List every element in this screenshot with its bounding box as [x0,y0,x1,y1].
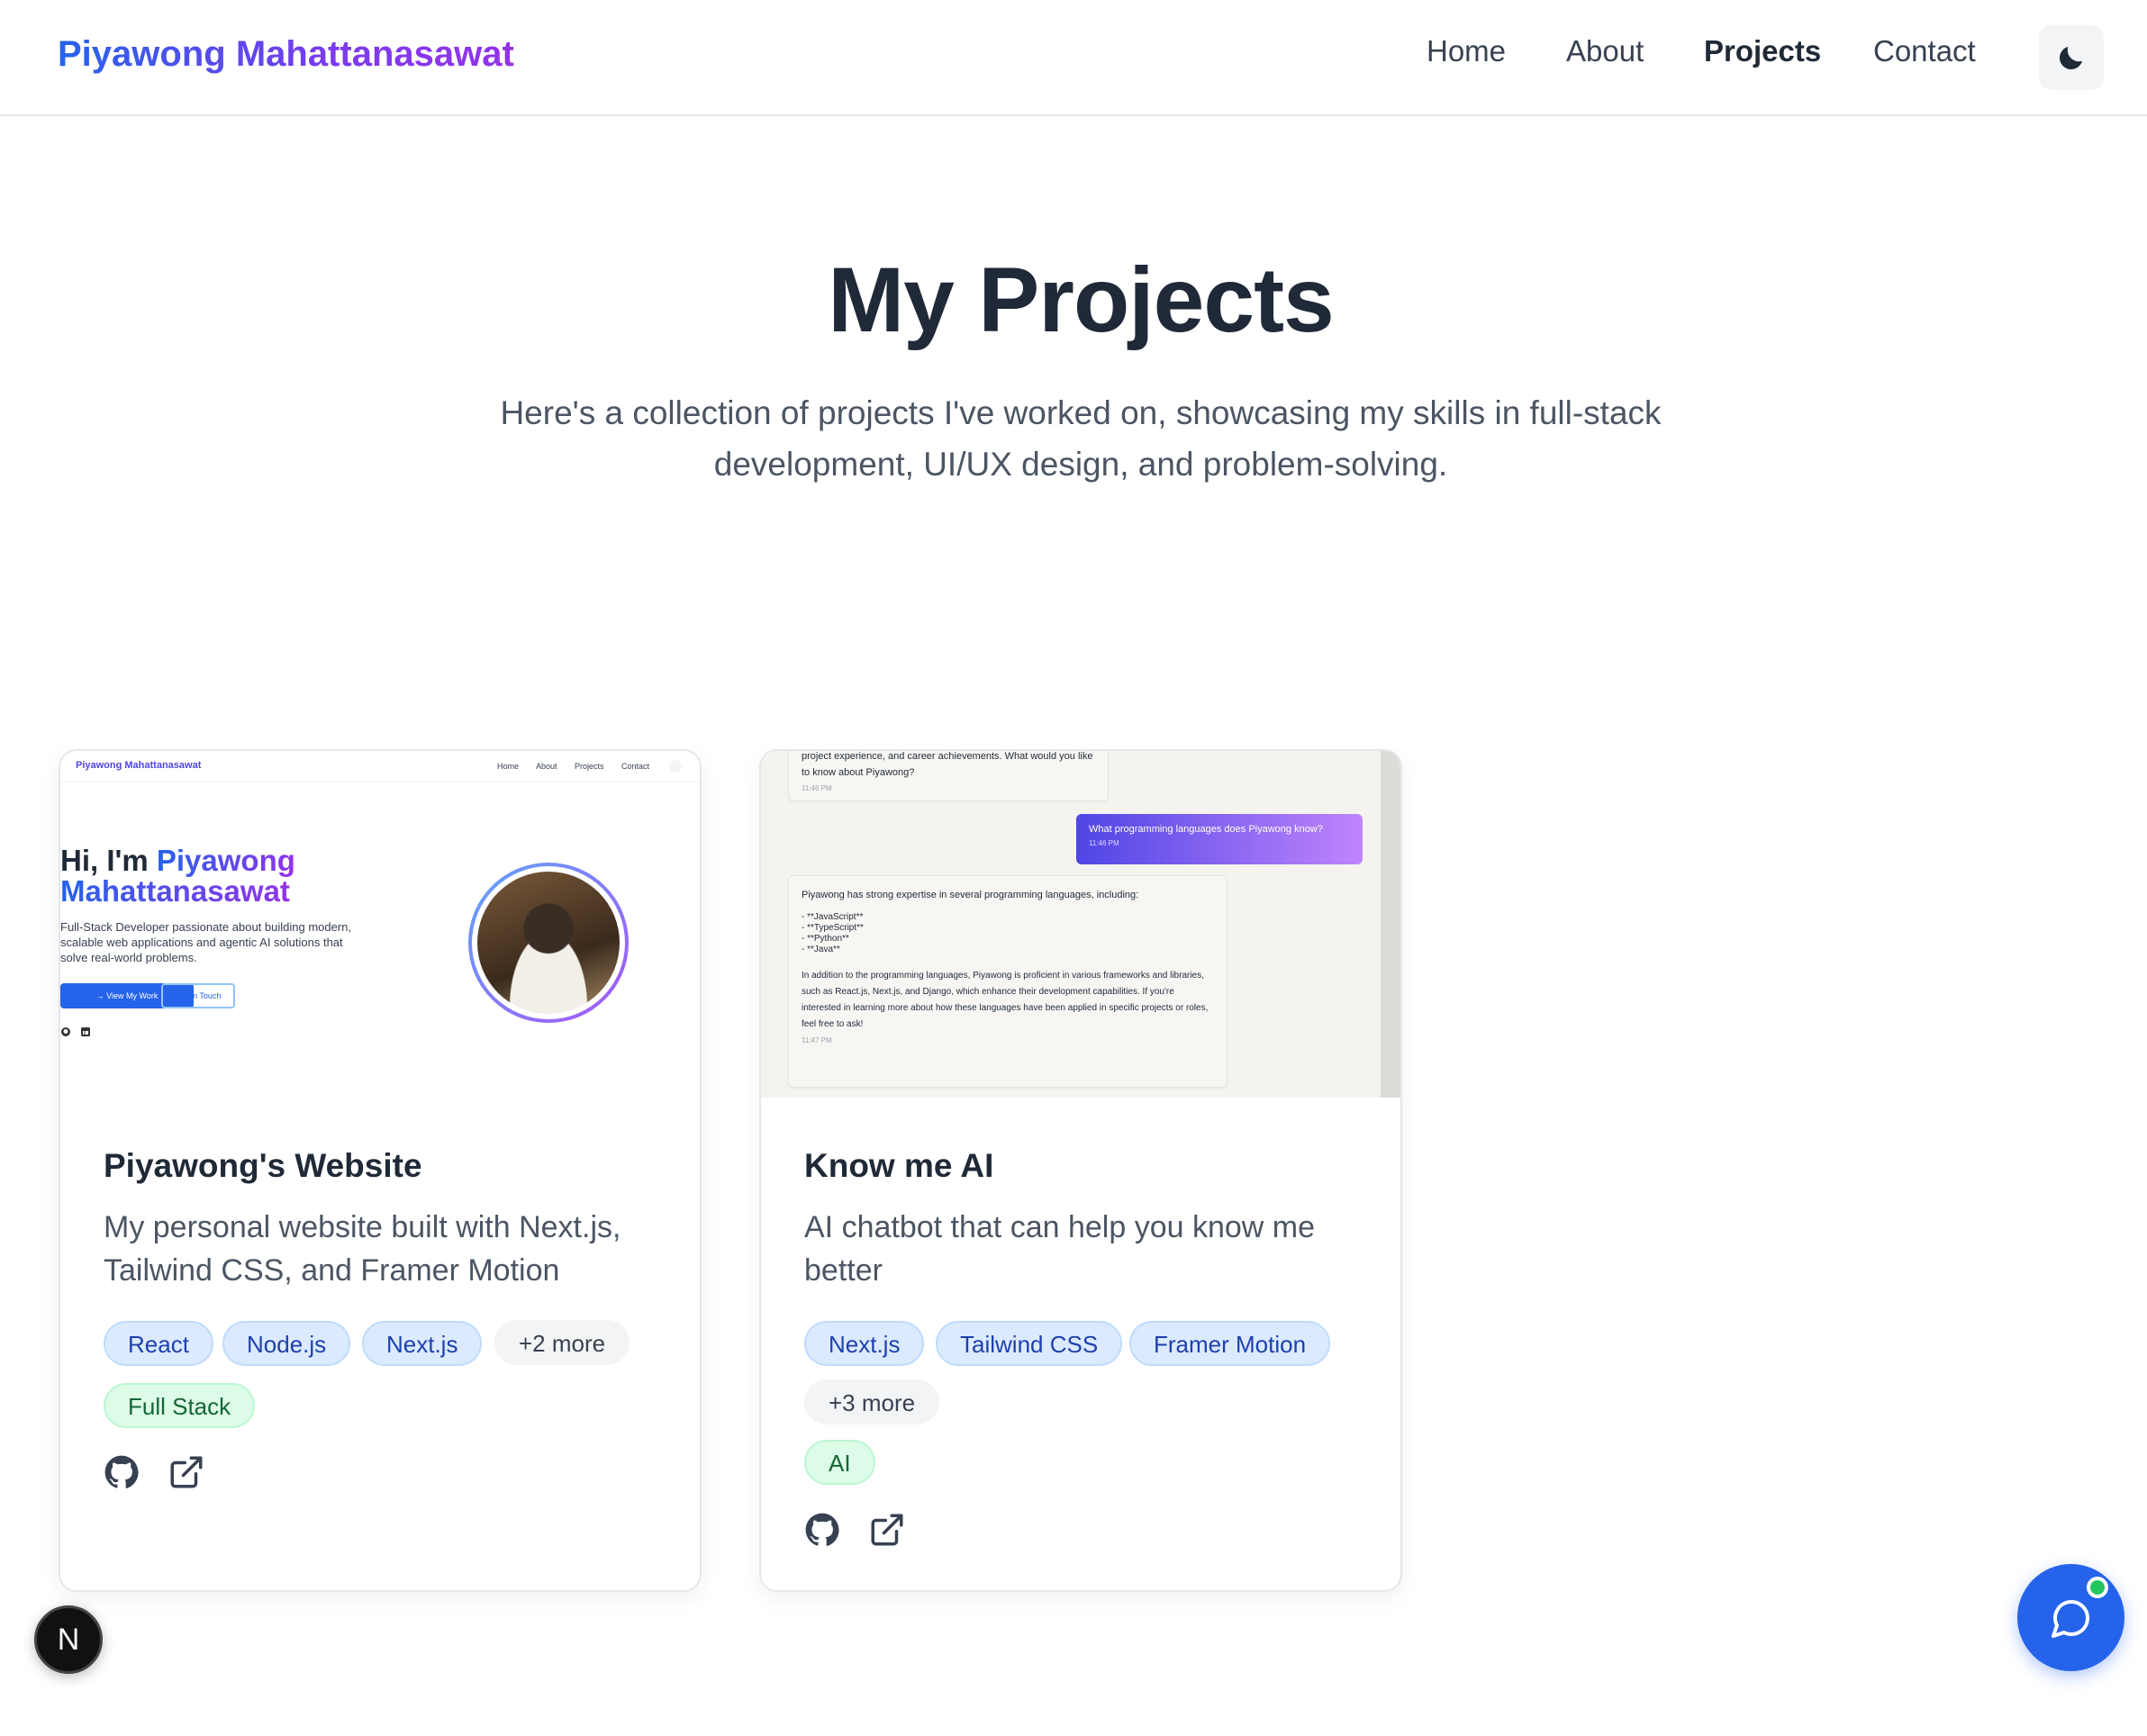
nav-projects[interactable]: Projects [1704,34,1821,68]
preview-linkedin-icon [81,1027,90,1036]
preview-github-icon [61,1027,70,1036]
project-description: AI chatbot that can help you know me bet… [804,1210,1316,1288]
more-tags-badge[interactable]: +2 more [494,1320,630,1365]
nextjs-dev-badge[interactable]: N [34,1605,103,1674]
preview-time: 11:47 PM [802,1036,832,1044]
moon-icon [2059,47,2082,70]
preview-scrollbar [1381,751,1400,1098]
category-tag: Full Stack [104,1383,256,1428]
page-title: My Projects [828,249,1335,351]
project-preview-chat: project experience, and career achieveme… [761,751,1400,1098]
nav-about[interactable]: About [1566,34,1644,68]
preview-avatar [468,863,629,1023]
preview-name-last: Mahattanasawat [60,874,290,908]
preview-time: 11:46 PM [1089,839,1119,847]
preview-reply-list-item: - **Python** [802,934,849,944]
preview-reply-body: In addition to the programming languages… [802,971,1209,1029]
external-link-icon[interactable] [168,1453,205,1491]
category-tag: AI [804,1440,875,1485]
chat-bubble-icon [2051,1599,2089,1638]
nav-home[interactable]: Home [1427,34,1506,68]
preview-reply-list-item: - **Java** [802,945,840,954]
preview-greeting: Hi, I'm Piyawong Mahattanasawat [60,845,295,907]
preview-nav-about: About [536,762,557,771]
preview-description: Full-Stack Developer passionate about bu… [60,920,352,964]
tech-tag: React [104,1321,213,1366]
project-title: Piyawong's Website [104,1147,422,1184]
online-indicator [2087,1577,2108,1598]
more-tags-badge[interactable]: +3 more [804,1379,940,1424]
preview-brand: Piyawong Mahattanasawat [76,760,202,771]
preview-reply-list-item: - **JavaScript** [802,912,864,922]
project-card-website[interactable]: Piyawong Mahattanasawat Home About Proje… [59,749,702,1592]
preview-view-work-label: View My Work [106,991,159,1000]
tech-tag: Node.js [222,1321,351,1366]
preview-nav-contact: Contact [621,762,650,771]
chat-launcher-button[interactable] [2017,1564,2124,1671]
project-card-know-me-ai[interactable]: project experience, and career achieveme… [759,749,1402,1592]
preview-moon-icon [669,760,682,773]
nav-contact[interactable]: Contact [1873,34,1976,68]
project-title: Know me AI [804,1147,994,1184]
project-description: My personal website built with Next.js, … [104,1210,621,1288]
preview-reply-list-item: - **TypeScript** [802,923,864,933]
page-subtitle: Here's a collection of projects I've wor… [500,394,1662,483]
theme-toggle-button[interactable] [2039,25,2104,90]
preview-greeting-text: Hi, I'm [60,844,149,877]
preview-name-first: Piyawong [156,844,295,877]
brand-logo[interactable]: Piyawong Mahattanasawat [58,34,514,75]
preview-nav-projects: Projects [575,762,604,771]
preview-bot-message-text: project experience, and career achieveme… [802,751,1093,778]
tech-tag: Next.js [804,1321,925,1366]
site-header: Piyawong Mahattanasawat Home About Proje… [0,0,2147,116]
external-link-icon[interactable] [868,1511,906,1549]
preview-reply-intro: Piyawong has strong expertise in several… [802,890,1139,900]
tech-tag: Next.js [362,1321,483,1366]
preview-bot-message: project experience, and career achieveme… [788,751,1109,801]
preview-user-message-text: What programming languages does Piyawong… [1089,824,1323,835]
project-preview-website: Piyawong Mahattanasawat Home About Proje… [60,751,700,1098]
preview-get-in-touch-button: Get In Touch [161,983,235,1008]
tech-tag: Tailwind CSS [936,1321,1123,1366]
preview-nav-home: Home [497,762,520,771]
preview-time: 11:46 PM [802,784,832,792]
tech-tag: Framer Motion [1129,1321,1331,1366]
preview-user-message: What programming languages does Piyawong… [1076,814,1363,864]
github-icon[interactable] [803,1511,841,1549]
github-icon[interactable] [103,1453,140,1491]
preview-bot-reply: Piyawong has strong expertise in several… [788,875,1228,1088]
